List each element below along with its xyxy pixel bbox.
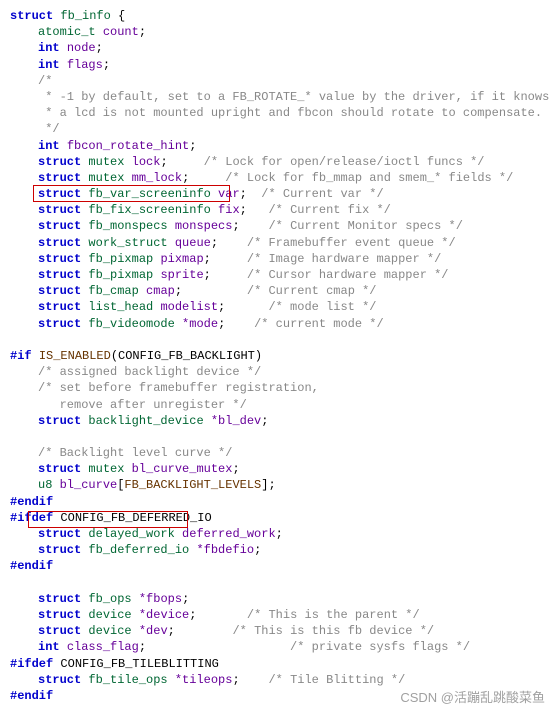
code-line: struct mutex lock; /* Lock for open/rele… [10, 154, 545, 170]
code-line: struct backlight_device *bl_dev; [10, 413, 545, 429]
code-line: #ifdef CONFIG_FB_TILEBLITTING [10, 656, 545, 672]
comment: /* [38, 74, 52, 88]
code-line [10, 332, 545, 348]
code-line: /* [10, 73, 545, 89]
code-line [10, 429, 545, 445]
code-line: #endif [10, 558, 545, 574]
code-line: /* set before framebuffer registration, [10, 380, 545, 396]
code-line: #ifdef CONFIG_FB_DEFERRED_IO [10, 510, 545, 526]
code-line: struct list_head modelist; /* mode list … [10, 299, 545, 315]
watermark: CSDN @活蹦乱跳酸菜鱼 [400, 689, 545, 707]
code-line: struct fb_info { [10, 8, 545, 24]
code-line: struct fb_ops *fbops; [10, 591, 545, 607]
code-line: #if IS_ENABLED(CONFIG_FB_BACKLIGHT) [10, 348, 545, 364]
code-line: struct device *dev; /* This is this fb d… [10, 623, 545, 639]
code-line [10, 575, 545, 591]
code-line: int fbcon_rotate_hint; [10, 138, 545, 154]
code-line: struct fb_pixmap pixmap; /* Image hardwa… [10, 251, 545, 267]
code-line: struct fb_videomode *mode; /* current mo… [10, 316, 545, 332]
identifier: count [103, 25, 139, 39]
code-line: struct fb_tile_ops *tileops; /* Tile Bli… [10, 672, 545, 688]
code-line: atomic_t count; [10, 24, 545, 40]
code-line: struct device *device; /* This is the pa… [10, 607, 545, 623]
type: fb_info [60, 9, 110, 23]
code-line: struct fb_monspecs monspecs; /* Current … [10, 218, 545, 234]
code-line: struct fb_deferred_io *fbdefio; [10, 542, 545, 558]
code-line: struct mutex mm_lock; /* Lock for fb_mma… [10, 170, 545, 186]
code-line: struct fb_var_screeninfo var; /* Current… [10, 186, 545, 202]
code-line: remove after unregister */ [10, 397, 545, 413]
code-line: int flags; [10, 57, 545, 73]
code-line: int class_flag; /* private sysfs flags *… [10, 639, 545, 655]
keyword: struct [10, 9, 53, 23]
code-line: int node; [10, 40, 545, 56]
type: atomic_t [38, 25, 96, 39]
code-line: struct delayed_work deferred_work; [10, 526, 545, 542]
code-line: * -1 by default, set to a FB_ROTATE_* va… [10, 89, 545, 105]
code-line: struct mutex bl_curve_mutex; [10, 461, 545, 477]
code-line: u8 bl_curve[FB_BACKLIGHT_LEVELS]; [10, 477, 545, 493]
code-line: */ [10, 121, 545, 137]
code-line: /* assigned backlight device */ [10, 364, 545, 380]
code-line: #endif [10, 494, 545, 510]
code-line: struct fb_pixmap sprite; /* Cursor hardw… [10, 267, 545, 283]
code-line: struct fb_cmap cmap; /* Current cmap */ [10, 283, 545, 299]
code-line: /* Backlight level curve */ [10, 445, 545, 461]
code-line: * a lcd is not mounted upright and fbcon… [10, 105, 545, 121]
code-block: struct fb_info { atomic_t count; int nod… [10, 8, 545, 704]
code-line: struct work_struct queue; /* Framebuffer… [10, 235, 545, 251]
code-line: struct fb_fix_screeninfo fix; /* Current… [10, 202, 545, 218]
